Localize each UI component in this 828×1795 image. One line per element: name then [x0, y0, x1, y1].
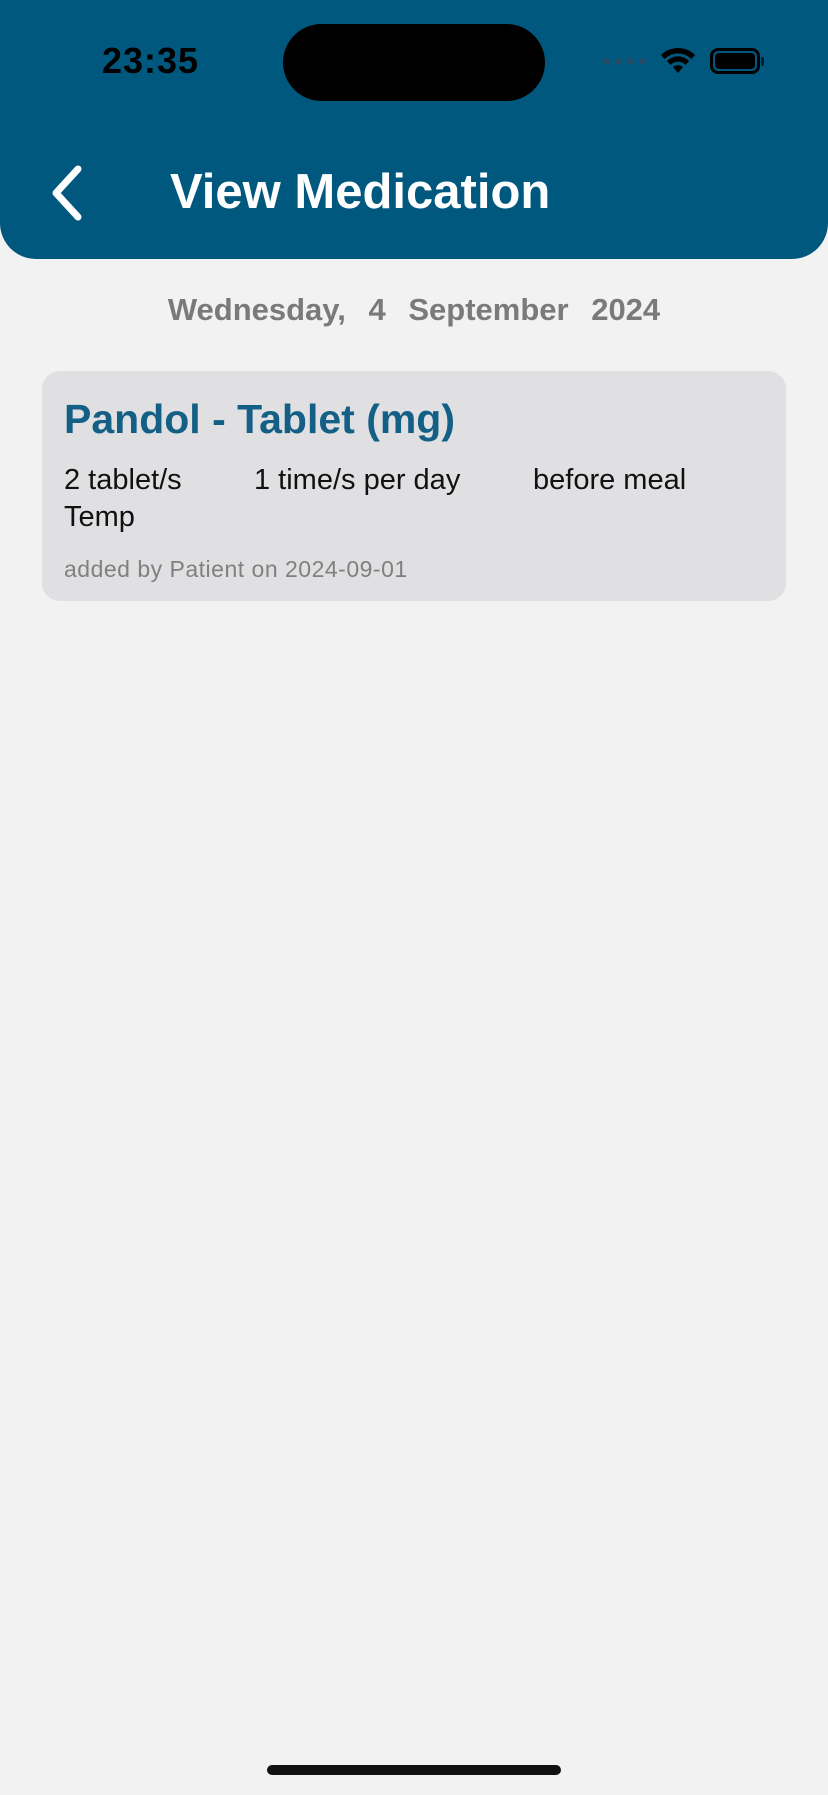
date-day: 4: [368, 292, 386, 327]
medication-timing: before meal: [533, 464, 687, 496]
screen: 23:35 View Medication Wednesday, 4 Septe…: [0, 0, 828, 1795]
wifi-icon: [661, 47, 695, 73]
date-year: 2024: [591, 292, 661, 327]
medication-details: 2 tablet/s 1 time/s per day before meal: [64, 466, 764, 495]
medication-card[interactable]: Pandol - Tablet (mg) 2 tablet/s 1 time/s…: [42, 371, 786, 601]
status-icons: [603, 46, 764, 76]
date-month: September: [408, 292, 569, 327]
chevron-left-icon: [52, 165, 82, 221]
medication-dose: 2 tablet/s: [64, 464, 182, 496]
battery-icon: [710, 48, 764, 74]
medication-name: Pandol - Tablet (mg): [64, 396, 456, 442]
dynamic-island: [283, 24, 545, 101]
page-title: View Medication: [170, 165, 551, 219]
back-button[interactable]: [40, 158, 96, 228]
home-indicator[interactable]: [267, 1765, 561, 1775]
app-header: 23:35 View Medication: [0, 0, 828, 259]
status-time: 23:35: [102, 40, 200, 81]
selected-date: Wednesday, 4 September 2024: [0, 292, 828, 328]
date-weekday: Wednesday,: [167, 292, 346, 327]
medication-note: Temp: [64, 501, 135, 533]
cellular-signal-icon: [603, 57, 646, 65]
medication-frequency: 1 time/s per day: [254, 464, 461, 496]
medication-added-info: added by Patient on 2024-09-01: [64, 556, 408, 582]
